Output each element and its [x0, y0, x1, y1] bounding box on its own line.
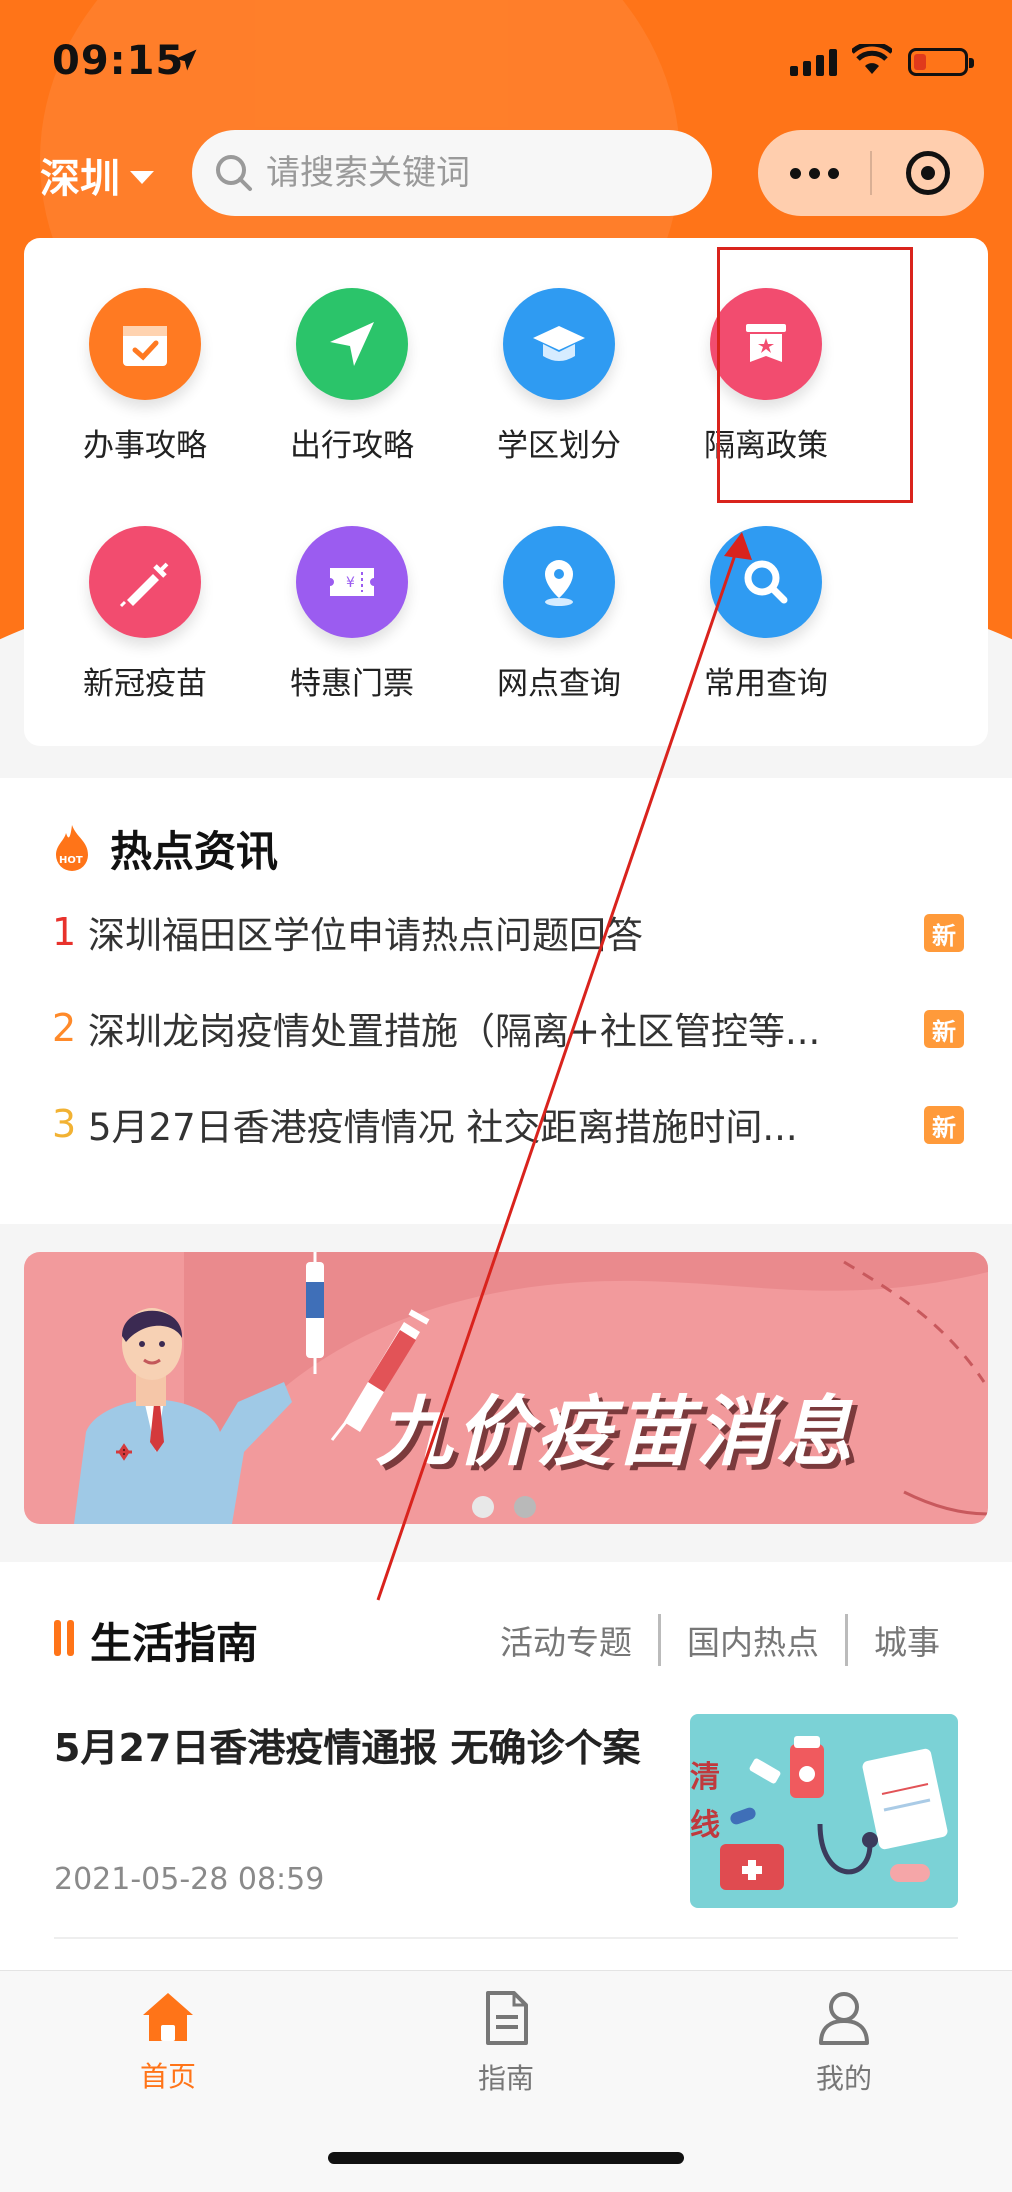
tab-domestic-hot[interactable]: 国内热点	[687, 1616, 819, 1664]
search-input[interactable]	[266, 153, 686, 193]
article-thumbnail[interactable]: 清 线	[690, 1714, 958, 1908]
news-item[interactable]: 2 深圳龙岗疫情处置措施（隔离+社区管控等... 新	[52, 998, 964, 1058]
ticket-icon: ¥	[296, 526, 408, 638]
carousel-dot-active[interactable]	[472, 1496, 494, 1518]
tab-home[interactable]: 首页	[78, 1989, 258, 2095]
search-bar[interactable]	[192, 130, 712, 216]
tab-city-news[interactable]: 城事	[874, 1616, 940, 1664]
caret-down-icon	[130, 170, 154, 184]
thumbnail-caption: 清 线	[690, 1760, 720, 1843]
more-menu-button[interactable]	[758, 130, 870, 216]
news-rank: 3	[52, 1102, 77, 1146]
article-date: 2021-05-28 08:59	[54, 1862, 325, 1897]
graduation-cap-icon	[503, 288, 615, 400]
carousel-indicator	[472, 1496, 536, 1518]
service-travel-guide[interactable]: 出行攻略	[249, 238, 455, 464]
vaccine-banner[interactable]: 九价疫苗消息	[24, 1252, 988, 1524]
tab-divider	[845, 1614, 848, 1666]
hot-news-section: HOT 热点资讯 1 深圳福田区学位申请热点问题回答 新 2 深圳龙岗疫情处置措…	[0, 778, 1012, 1224]
search-icon	[216, 155, 252, 191]
battery-icon	[908, 48, 974, 76]
news-title: 深圳龙岗疫情处置措施（隔离+社区管控等...	[88, 1010, 821, 1053]
miniprogram-capsule	[758, 130, 984, 216]
service-outlet-search[interactable]: 网点查询	[456, 476, 662, 702]
hot-icon-text: HOT	[59, 855, 83, 866]
new-badge: 新	[924, 1010, 964, 1048]
service-label: 新冠疫苗	[83, 666, 207, 702]
tab-label: 我的	[815, 2062, 872, 2095]
svg-text:¥: ¥	[346, 575, 355, 591]
section-accent-icon	[54, 1620, 74, 1656]
calendar-check-icon	[89, 288, 201, 400]
paper-plane-icon	[296, 288, 408, 400]
status-bar: 09:15	[0, 0, 1012, 120]
service-label: 办事攻略	[83, 428, 207, 464]
syringe-icon	[89, 526, 201, 638]
service-common-search[interactable]: 常用查询	[663, 476, 869, 702]
tab-label: 首页	[139, 2060, 196, 2093]
medical-supplies-illustration	[720, 1736, 948, 1890]
city-selector[interactable]: 深圳	[40, 146, 154, 204]
wifi-icon	[852, 44, 892, 74]
home-icon	[143, 1993, 193, 2041]
article-title[interactable]: 5月27日香港疫情通报 无确诊个案	[54, 1720, 654, 1776]
service-label: 常用查询	[704, 666, 828, 702]
cellular-signal-icon	[790, 48, 837, 76]
annotation-highlight-box	[717, 247, 913, 503]
news-rank: 1	[52, 910, 77, 954]
hot-fire-icon: HOT	[56, 824, 88, 871]
new-badge: 新	[924, 914, 964, 952]
home-indicator	[328, 2152, 684, 2164]
tab-label: 指南	[477, 2062, 534, 2095]
tab-activities[interactable]: 活动专题	[500, 1616, 632, 1664]
city-name: 深圳	[40, 156, 120, 202]
news-item[interactable]: 3 5月27日香港疫情情况 社交距离措施时间... 新	[52, 1094, 964, 1154]
service-school-district[interactable]: 学区划分	[456, 238, 662, 464]
service-discount-tickets[interactable]: ¥ 特惠门票	[249, 476, 455, 702]
service-label: 学区划分	[497, 428, 621, 464]
location-pin-icon	[503, 526, 615, 638]
guide-tabs: 活动专题 国内热点 城事	[500, 1614, 940, 1666]
tab-guide[interactable]: 指南	[416, 1989, 596, 2097]
service-office-guide[interactable]: 办事攻略	[42, 238, 248, 464]
doctor-illustration	[74, 1252, 324, 1524]
section-title: 生活指南	[90, 1619, 259, 1668]
service-label: 出行攻略	[290, 428, 414, 464]
tab-divider	[658, 1614, 661, 1666]
document-icon	[486, 1991, 528, 2045]
section-title: 热点资讯	[110, 827, 279, 876]
new-badge: 新	[924, 1106, 964, 1144]
location-arrow-icon	[175, 49, 197, 71]
service-label: 特惠门票	[290, 666, 414, 702]
magnifier-icon	[710, 526, 822, 638]
news-rank: 2	[52, 1006, 77, 1050]
banner-title: 九价疫苗消息	[376, 1387, 856, 1476]
user-icon	[819, 1992, 869, 2045]
close-miniprogram-button[interactable]	[872, 130, 984, 216]
service-label: 网点查询	[497, 666, 621, 702]
news-title: 5月27日香港疫情情况 社交距离措施时间...	[88, 1106, 798, 1149]
divider	[54, 1937, 958, 1939]
carousel-dot[interactable]	[514, 1496, 536, 1518]
life-guide-section: 生活指南 活动专题 国内热点 城事 5月27日香港疫情通报 无确诊个案 2021…	[0, 1562, 1012, 1972]
hot-news-header: HOT 热点资讯	[52, 818, 278, 879]
news-item[interactable]: 1 深圳福田区学位申请热点问题回答 新	[52, 902, 964, 962]
tab-mine[interactable]: 我的	[754, 1989, 934, 2097]
service-covid-vaccine[interactable]: 新冠疫苗	[42, 476, 248, 702]
status-time: 09:15	[52, 38, 185, 84]
target-icon	[906, 151, 950, 195]
news-title: 深圳福田区学位申请热点问题回答	[88, 914, 643, 957]
